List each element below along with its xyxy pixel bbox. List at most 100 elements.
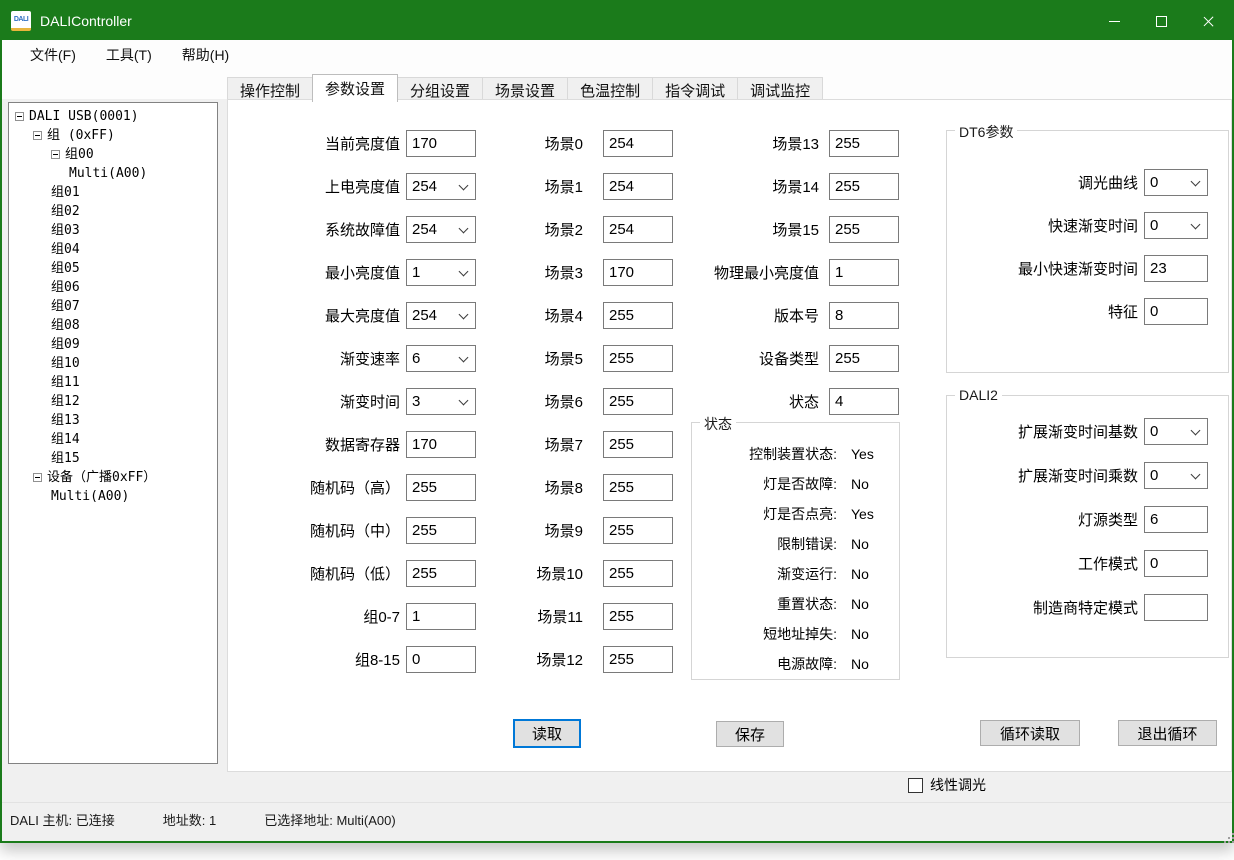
group-0-7-input[interactable] xyxy=(406,603,476,630)
minimize-button[interactable] xyxy=(1091,2,1138,40)
collapse-minus-icon[interactable] xyxy=(15,112,24,121)
save-button[interactable]: 保存 xyxy=(716,721,784,747)
chevron-down-icon xyxy=(1191,177,1201,187)
linear-dimming-checkbox[interactable] xyxy=(908,778,923,793)
min-fast-fade-time-input[interactable] xyxy=(1144,255,1208,282)
read-button[interactable]: 读取 xyxy=(513,719,581,748)
current-level-input[interactable] xyxy=(406,130,476,157)
exit-loop-button[interactable]: 退出循环 xyxy=(1118,720,1217,746)
scene-2-input[interactable] xyxy=(603,216,673,243)
menu-file[interactable]: 文件(F) xyxy=(15,45,91,65)
tree-item-group-06[interactable]: 组06 xyxy=(9,278,217,297)
scene-5-input[interactable] xyxy=(603,345,673,372)
fade-rate-combobox[interactable]: 6 xyxy=(406,345,476,372)
tree-item-group-03[interactable]: 组03 xyxy=(9,221,217,240)
scene-0-input[interactable] xyxy=(603,130,673,157)
combobox-value: 0 xyxy=(1150,423,1158,440)
dali2-fields: 扩展渐变时间基数0扩展渐变时间乘数0灯源类型工作模式制造商特定模式 xyxy=(947,396,1228,621)
tree-item-group-01[interactable]: 组01 xyxy=(9,183,217,202)
current-level-input-label: 当前亮度值 xyxy=(252,133,400,154)
tree-item-device-multi-a00[interactable]: Multi(A00) xyxy=(9,487,217,506)
scene-6-input[interactable] xyxy=(603,388,673,415)
scene-14-input[interactable] xyxy=(829,173,899,200)
tree-item-group-root[interactable]: 组 (0xFF) xyxy=(9,126,217,145)
scene-7-input[interactable] xyxy=(603,431,673,458)
scene-11-input[interactable] xyxy=(603,603,673,630)
tree-item-group-04[interactable]: 组04 xyxy=(9,240,217,259)
tree-item-group-08[interactable]: 组08 xyxy=(9,316,217,335)
collapse-minus-icon[interactable] xyxy=(33,473,42,482)
tree-item-group-00[interactable]: 组00 xyxy=(9,145,217,164)
tree-item-group-11[interactable]: 组11 xyxy=(9,373,217,392)
tree-item-group-13[interactable]: 组13 xyxy=(9,411,217,430)
operating-mode-input[interactable] xyxy=(1144,550,1208,577)
dimming-curve-combobox[interactable]: 0 xyxy=(1144,169,1208,196)
scene-8-input[interactable] xyxy=(603,474,673,501)
field-row: 状态 xyxy=(679,388,899,415)
tree-item-group-05[interactable]: 组05 xyxy=(9,259,217,278)
close-button[interactable] xyxy=(1185,2,1232,40)
field-row: 特征 xyxy=(963,298,1228,325)
tree-item-group-02[interactable]: 组02 xyxy=(9,202,217,221)
extended-fade-time-multiplier-combobox[interactable]: 0 xyxy=(1144,462,1208,489)
physical-min-level-input[interactable] xyxy=(829,259,899,286)
tree-item-group-07[interactable]: 组07 xyxy=(9,297,217,316)
max-level-combobox-label: 最大亮度值 xyxy=(252,305,400,326)
dt6-group-title: DT6参数 xyxy=(955,122,1017,142)
resize-grip[interactable] xyxy=(1224,833,1226,835)
scene-14-input-label: 场景14 xyxy=(679,176,819,197)
chevron-down-icon xyxy=(1191,470,1201,480)
tree-item-group-15[interactable]: 组15 xyxy=(9,449,217,468)
tree-item-label: 组04 xyxy=(51,240,80,259)
fade-time-combobox[interactable]: 3 xyxy=(406,388,476,415)
scene-2-input-label: 场景2 xyxy=(483,219,583,240)
manufacturer-specific-mode-input[interactable] xyxy=(1144,594,1208,621)
tree-item-multi-a00[interactable]: Multi(A00) xyxy=(9,164,217,183)
scene-4-input[interactable] xyxy=(603,302,673,329)
tree-item-dali-usb[interactable]: DALI USB(0001) xyxy=(9,107,217,126)
tree-item-group-09[interactable]: 组09 xyxy=(9,335,217,354)
fast-fade-time-combobox[interactable]: 0 xyxy=(1144,212,1208,239)
max-level-combobox[interactable]: 254 xyxy=(406,302,476,329)
scene-15-input[interactable] xyxy=(829,216,899,243)
scene-9-input[interactable] xyxy=(603,517,673,544)
scene-4-input-label: 场景4 xyxy=(483,305,583,326)
tree-item-device-broadcast[interactable]: 设备（广播0xFF） xyxy=(9,468,217,487)
tree-item-label: DALI USB(0001) xyxy=(29,107,139,126)
tree-item-label: Multi(A00) xyxy=(51,487,129,506)
system-failure-level-combobox[interactable]: 254 xyxy=(406,216,476,243)
light-source-type-input[interactable] xyxy=(1144,506,1208,533)
scene-10-input-label: 场景10 xyxy=(483,563,583,584)
power-on-level-combobox[interactable]: 254 xyxy=(406,173,476,200)
tree-item-group-12[interactable]: 组12 xyxy=(9,392,217,411)
scene-1-input[interactable] xyxy=(603,173,673,200)
tree-item-group-10[interactable]: 组10 xyxy=(9,354,217,373)
random-code-high-input[interactable] xyxy=(406,474,476,501)
status-value-input[interactable] xyxy=(829,388,899,415)
features-input-label: 特征 xyxy=(963,301,1138,322)
version-number-input[interactable] xyxy=(829,302,899,329)
extended-fade-time-base-combobox[interactable]: 0 xyxy=(1144,418,1208,445)
field-row: 场景0 xyxy=(483,130,673,157)
menu-bar: 文件(F) 工具(T) 帮助(H) xyxy=(2,40,1232,70)
loop-read-button[interactable]: 循环读取 xyxy=(980,720,1080,746)
status-value: No xyxy=(851,566,869,582)
min-level-combobox[interactable]: 1 xyxy=(406,259,476,286)
random-code-low-input[interactable] xyxy=(406,560,476,587)
menu-help[interactable]: 帮助(H) xyxy=(167,45,244,65)
scene-13-input[interactable] xyxy=(829,130,899,157)
group-8-15-input[interactable] xyxy=(406,646,476,673)
device-type-input[interactable] xyxy=(829,345,899,372)
scene-3-input[interactable] xyxy=(603,259,673,286)
scene-10-input[interactable] xyxy=(603,560,673,587)
tree-item-group-14[interactable]: 组14 xyxy=(9,430,217,449)
maximize-button[interactable] xyxy=(1138,2,1185,40)
menu-tools[interactable]: 工具(T) xyxy=(91,45,167,65)
scene-12-input[interactable] xyxy=(603,646,673,673)
collapse-minus-icon[interactable] xyxy=(51,150,60,159)
features-input[interactable] xyxy=(1144,298,1208,325)
tab-parameter-settings[interactable]: 参数设置 xyxy=(312,74,398,102)
random-code-mid-input[interactable] xyxy=(406,517,476,544)
data-register-input[interactable] xyxy=(406,431,476,458)
collapse-minus-icon[interactable] xyxy=(33,131,42,140)
